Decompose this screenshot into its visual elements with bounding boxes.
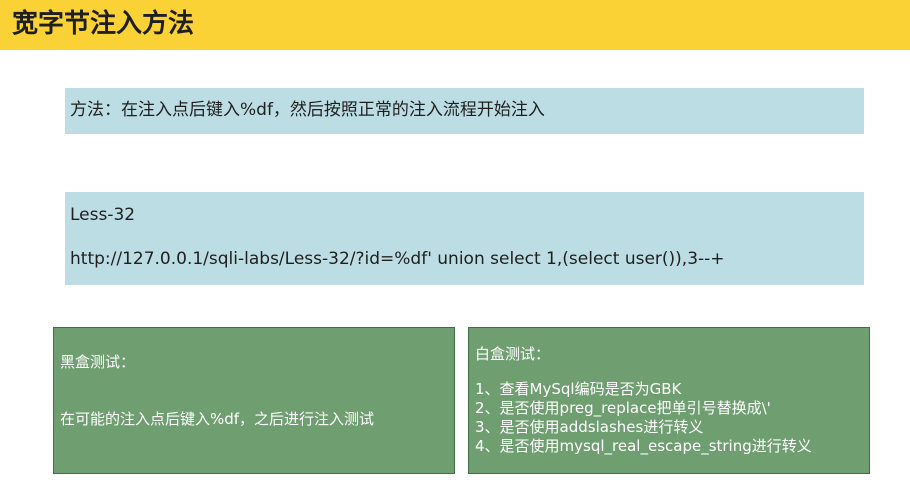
- page-title: 宽字节注入方法: [12, 9, 195, 39]
- black-box-title: 黑盒测试：: [60, 353, 136, 371]
- title-bar: 宽字节注入方法: [0, 0, 910, 50]
- black-box-panel: 黑盒测试： 在可能的注入点后键入%df，之后进行注入测试: [53, 327, 455, 474]
- white-box-item: 1、查看MySql编码是否为GBK: [475, 380, 682, 398]
- white-box-item: 3、是否使用addslashes进行转义: [475, 418, 704, 436]
- white-box-panel: 白盒测试： 1、查看MySql编码是否为GBK 2、是否使用preg_repla…: [468, 327, 870, 474]
- white-box-title: 白盒测试：: [475, 345, 551, 363]
- method-box: 方法：在注入点后键入%df，然后按照正常的注入流程开始注入: [65, 88, 864, 134]
- less-url: http://127.0.0.1/sqli-labs/Less-32/?id=%…: [70, 249, 725, 269]
- less-box: Less-32 http://127.0.0.1/sqli-labs/Less-…: [65, 192, 864, 285]
- less-title: Less-32: [70, 205, 136, 225]
- white-box-item: 2、是否使用preg_replace把单引号替换成\': [475, 399, 771, 417]
- white-box-list: 1、查看MySql编码是否为GBK 2、是否使用preg_replace把单引号…: [475, 380, 812, 456]
- black-box-description: 在可能的注入点后键入%df，之后进行注入测试: [60, 410, 375, 428]
- method-text: 方法：在注入点后键入%df，然后按照正常的注入流程开始注入: [70, 100, 545, 120]
- white-box-item: 4、是否使用mysql_real_escape_string进行转义: [475, 437, 812, 455]
